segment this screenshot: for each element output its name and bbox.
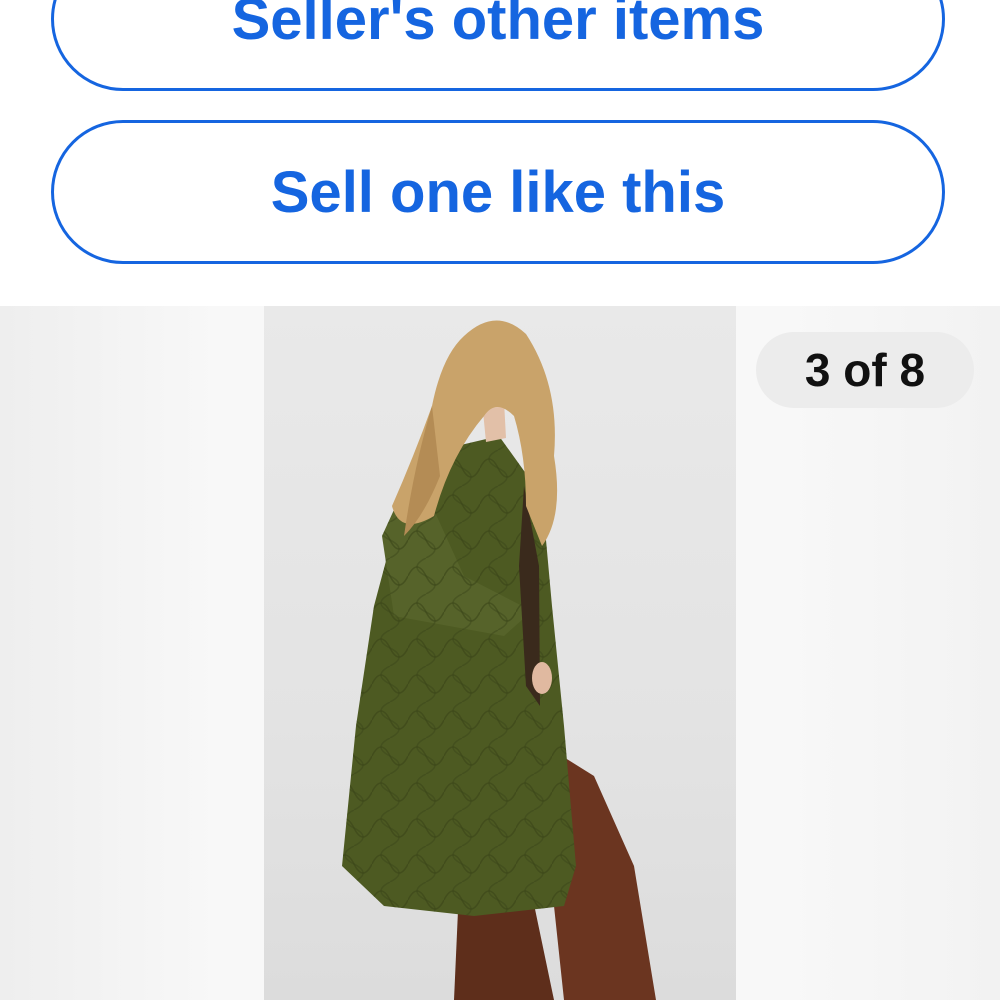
model-in-quilted-coat-image xyxy=(342,320,656,1000)
sell-one-like-this-button[interactable]: Sell one like this xyxy=(51,120,945,264)
image-counter-badge: 3 of 8 xyxy=(756,332,974,408)
sellers-other-items-button[interactable]: Seller's other items xyxy=(51,0,945,91)
product-photo[interactable] xyxy=(264,306,736,1000)
image-gallery[interactable]: 3 of 8 xyxy=(0,306,1000,1000)
